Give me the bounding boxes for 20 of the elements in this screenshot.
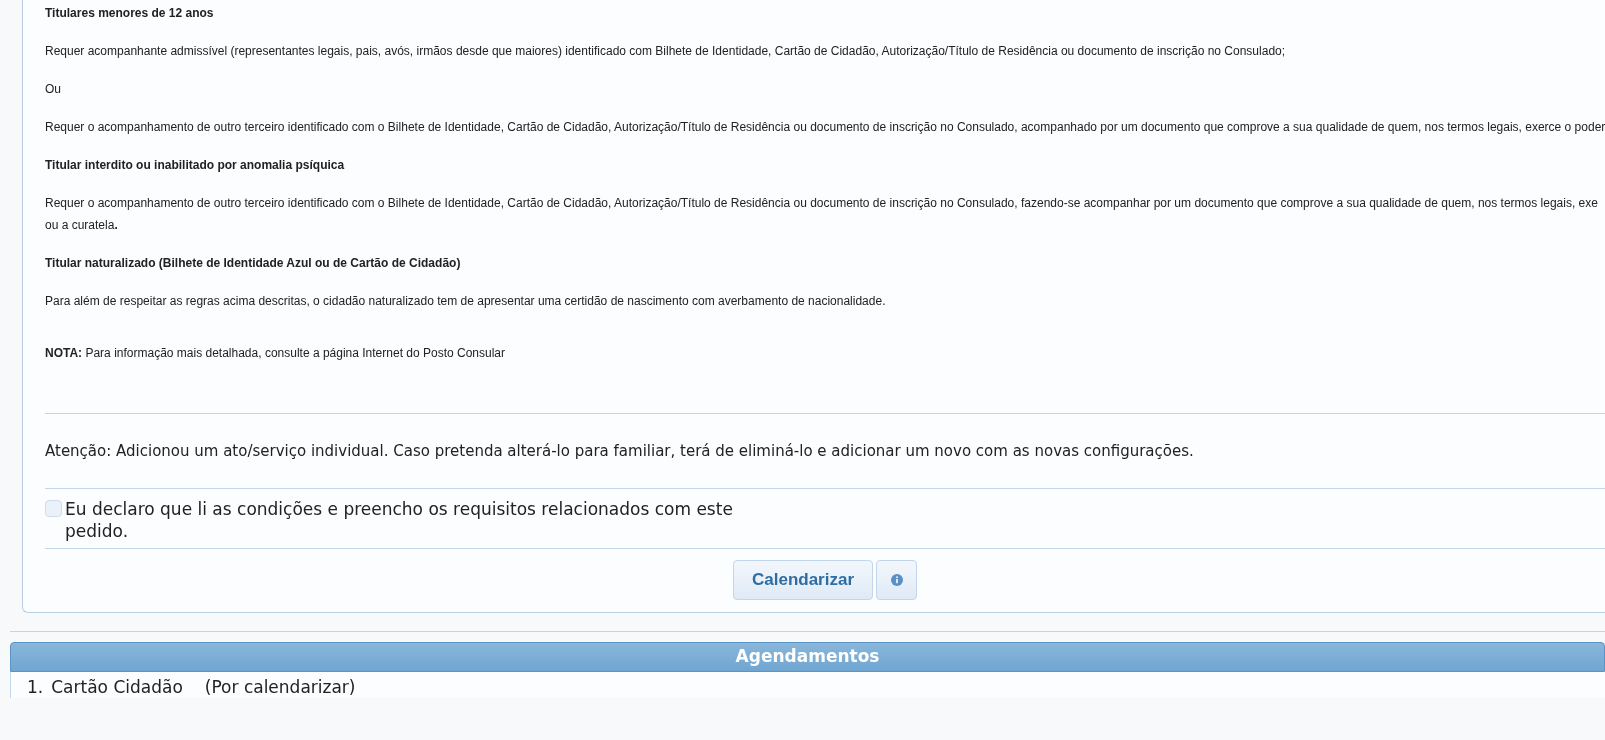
item-number: 1. xyxy=(27,676,44,698)
status-text: (Por calendarizar) xyxy=(204,676,356,698)
section-heading: Titular interdito ou inabilitado por anomalia psíquica xyxy=(45,157,346,173)
paragraph: Ou xyxy=(45,81,62,97)
declaration-label: Eu declaro que li as condições e preencho os requisitos relacionados com este pedido. xyxy=(65,498,734,542)
info-button[interactable] xyxy=(876,560,917,600)
note-text: NOTA: Para informação mais detalhada, consulte a página Internet do Posto Consular xyxy=(45,345,507,361)
info-icon xyxy=(890,574,903,586)
attention-message: Atenção: Adicionou um ato/serviço individual. Caso pretenda alterá-lo para familiar, terá de eliminá-lo e adicionar um novo com as novas configurações. xyxy=(45,441,1195,462)
section-heading: Titular naturalizado (Bilhete de Identidade Azul ou de Cartão de Cidadão) xyxy=(45,255,462,271)
service-name: Cartão Cidadão xyxy=(51,676,183,698)
schedule-button[interactable]: Calendarizar xyxy=(732,560,873,600)
declaration-checkbox[interactable] xyxy=(45,500,62,517)
paragraph: Requer o acompanhamento de outro terceiro identificado com o Bilhete de Identidade, Cartão de Cidadão, Autorização/Título de Residência ou documento de inscrição no Consulado, fazendo-se acompanhar por um documento que comprove a sua qualidade de quem, nos termos legais, exe xyxy=(45,195,1599,211)
section-heading: Titulares menores de 12 anos xyxy=(45,5,215,21)
paragraph: ou a curatela. xyxy=(45,217,119,233)
paragraph: Requer acompanhante admissível (representantes legais, pais, avós, irmãos desde que maiores) identificado com Bilhete de Identidade, Cartão de Cidadão, Autorização/Título de Residência ou documento de inscrição no Consulado; xyxy=(45,43,1287,59)
paragraph: Requer o acompanhamento de outro terceiro identificado com o Bilhete de Identidade, Cartão de Cidadão, Autorização/Título de Residência ou documento de inscrição no Consulado, acompanhado por um documento que comprove a sua qualidade de quem, nos termos legais, exerce o poder xyxy=(45,119,1605,135)
appointments-header: Agendamentos xyxy=(10,642,1605,672)
paragraph: Para além de respeitar as regras acima descritas, o cidadão naturalizado tem de apresentar uma certidão de nascimento com averbamento de nacionalidade. xyxy=(45,293,887,309)
